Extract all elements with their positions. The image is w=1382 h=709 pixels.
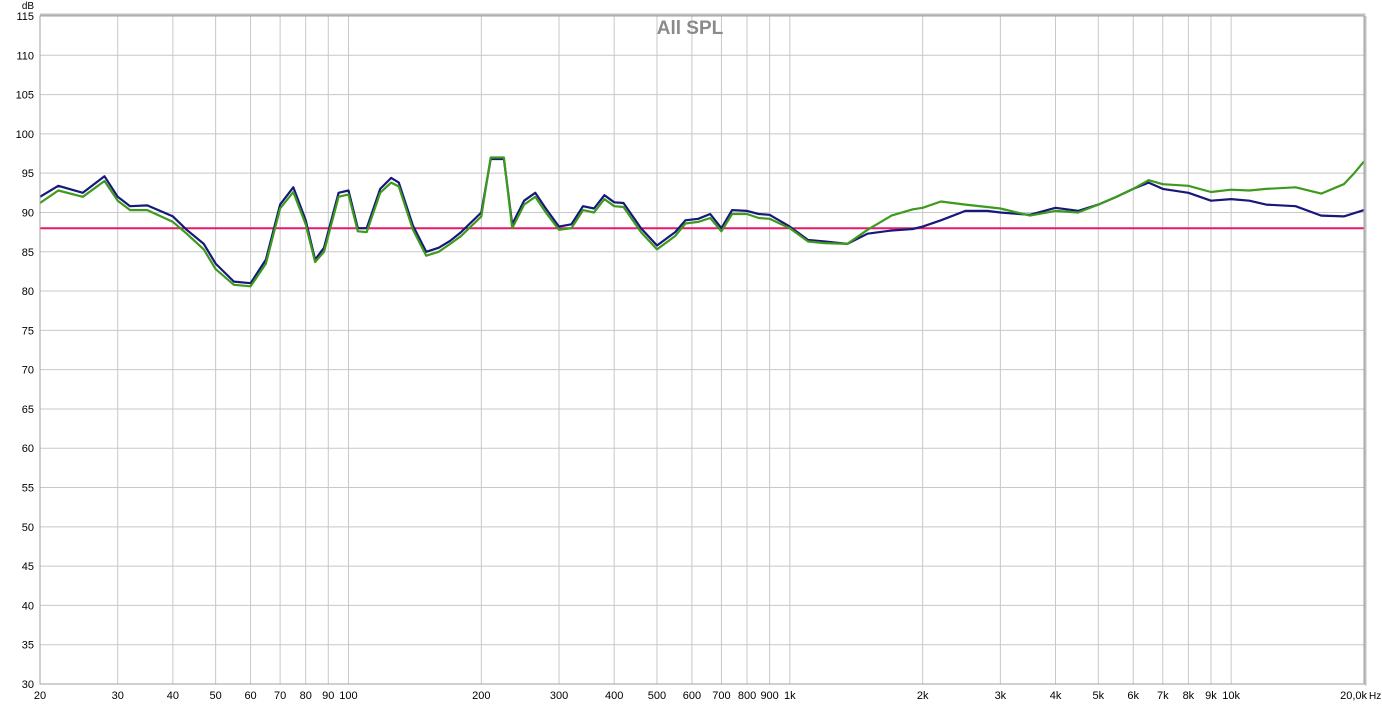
plot-background [40, 16, 1364, 684]
x-tick-label: 80 [300, 690, 312, 702]
x-tick-label: 9k [1205, 690, 1217, 702]
y-axis-label: dB [22, 1, 35, 12]
y-tick-label: 110 [16, 50, 34, 62]
y-tick-label: 95 [22, 168, 34, 180]
x-tick-label: 800 [738, 690, 756, 702]
y-tick-label: 105 [16, 90, 34, 102]
x-tick-label: 5k [1092, 690, 1104, 702]
x-tick-labels: 20 30 40 50 60 70 80 90 100 200 300 400 500 600 700 800… [34, 690, 1368, 702]
x-tick-label: 10k [1222, 690, 1240, 702]
y-tick-label: 115 [16, 11, 34, 23]
x-tick-label: 20 [34, 690, 46, 702]
x-tick-label: 600 [683, 690, 701, 702]
spl-chart: 30 35 40 45 50 55 60 65 70 75 80 85 90 95 100 105 110 115… [0, 0, 1382, 704]
y-tick-label: 60 [22, 443, 34, 455]
y-tick-label: 30 [22, 679, 34, 691]
x-tick-label: 4k [1050, 690, 1062, 702]
x-tick-label: 8k [1183, 690, 1195, 702]
x-tick-label: 400 [605, 690, 623, 702]
x-tick-label: 1k [784, 690, 796, 702]
x-tick-label: 50 [209, 690, 221, 702]
x-tick-label: 2k [917, 690, 929, 702]
chart-title: All SPL [657, 18, 724, 39]
x-tick-label: 30 [112, 690, 124, 702]
x-tick-label: 40 [167, 690, 179, 702]
x-tick-label: 100 [339, 690, 357, 702]
x-tick-label: 200 [472, 690, 490, 702]
y-tick-label: 55 [22, 483, 34, 495]
x-axis-unit-label: Hz [1369, 691, 1381, 702]
x-tick-label: 70 [274, 690, 286, 702]
x-tick-label: 300 [550, 690, 568, 702]
y-tick-label: 70 [22, 365, 34, 377]
x-tick-label: 7k [1157, 690, 1169, 702]
x-tick-label: 500 [648, 690, 666, 702]
x-tick-label: 20,0k [1340, 690, 1367, 702]
x-tick-label: 60 [244, 690, 256, 702]
x-tick-label: 3k [995, 690, 1007, 702]
chart-svg: 30 35 40 45 50 55 60 65 70 75 80 85 90 95 100 105 110 115… [16, 1, 1382, 702]
y-tick-label: 35 [22, 640, 34, 652]
x-tick-label: 90 [322, 690, 334, 702]
y-tick-label: 90 [22, 207, 34, 219]
y-tick-label: 50 [22, 522, 34, 534]
y-tick-label: 100 [16, 129, 34, 141]
y-tick-label: 40 [22, 600, 34, 612]
y-tick-label: 75 [22, 325, 34, 337]
x-tick-label: 900 [760, 690, 778, 702]
y-tick-label: 85 [22, 247, 34, 259]
y-tick-label: 65 [22, 404, 34, 416]
y-tick-label: 80 [22, 286, 34, 298]
x-tick-label: 6k [1127, 690, 1139, 702]
y-tick-label: 45 [22, 561, 34, 573]
x-tick-label: 700 [712, 690, 730, 702]
y-tick-labels: 30 35 40 45 50 55 60 65 70 75 80 85 90 95 100 105 110 115 [16, 11, 34, 691]
